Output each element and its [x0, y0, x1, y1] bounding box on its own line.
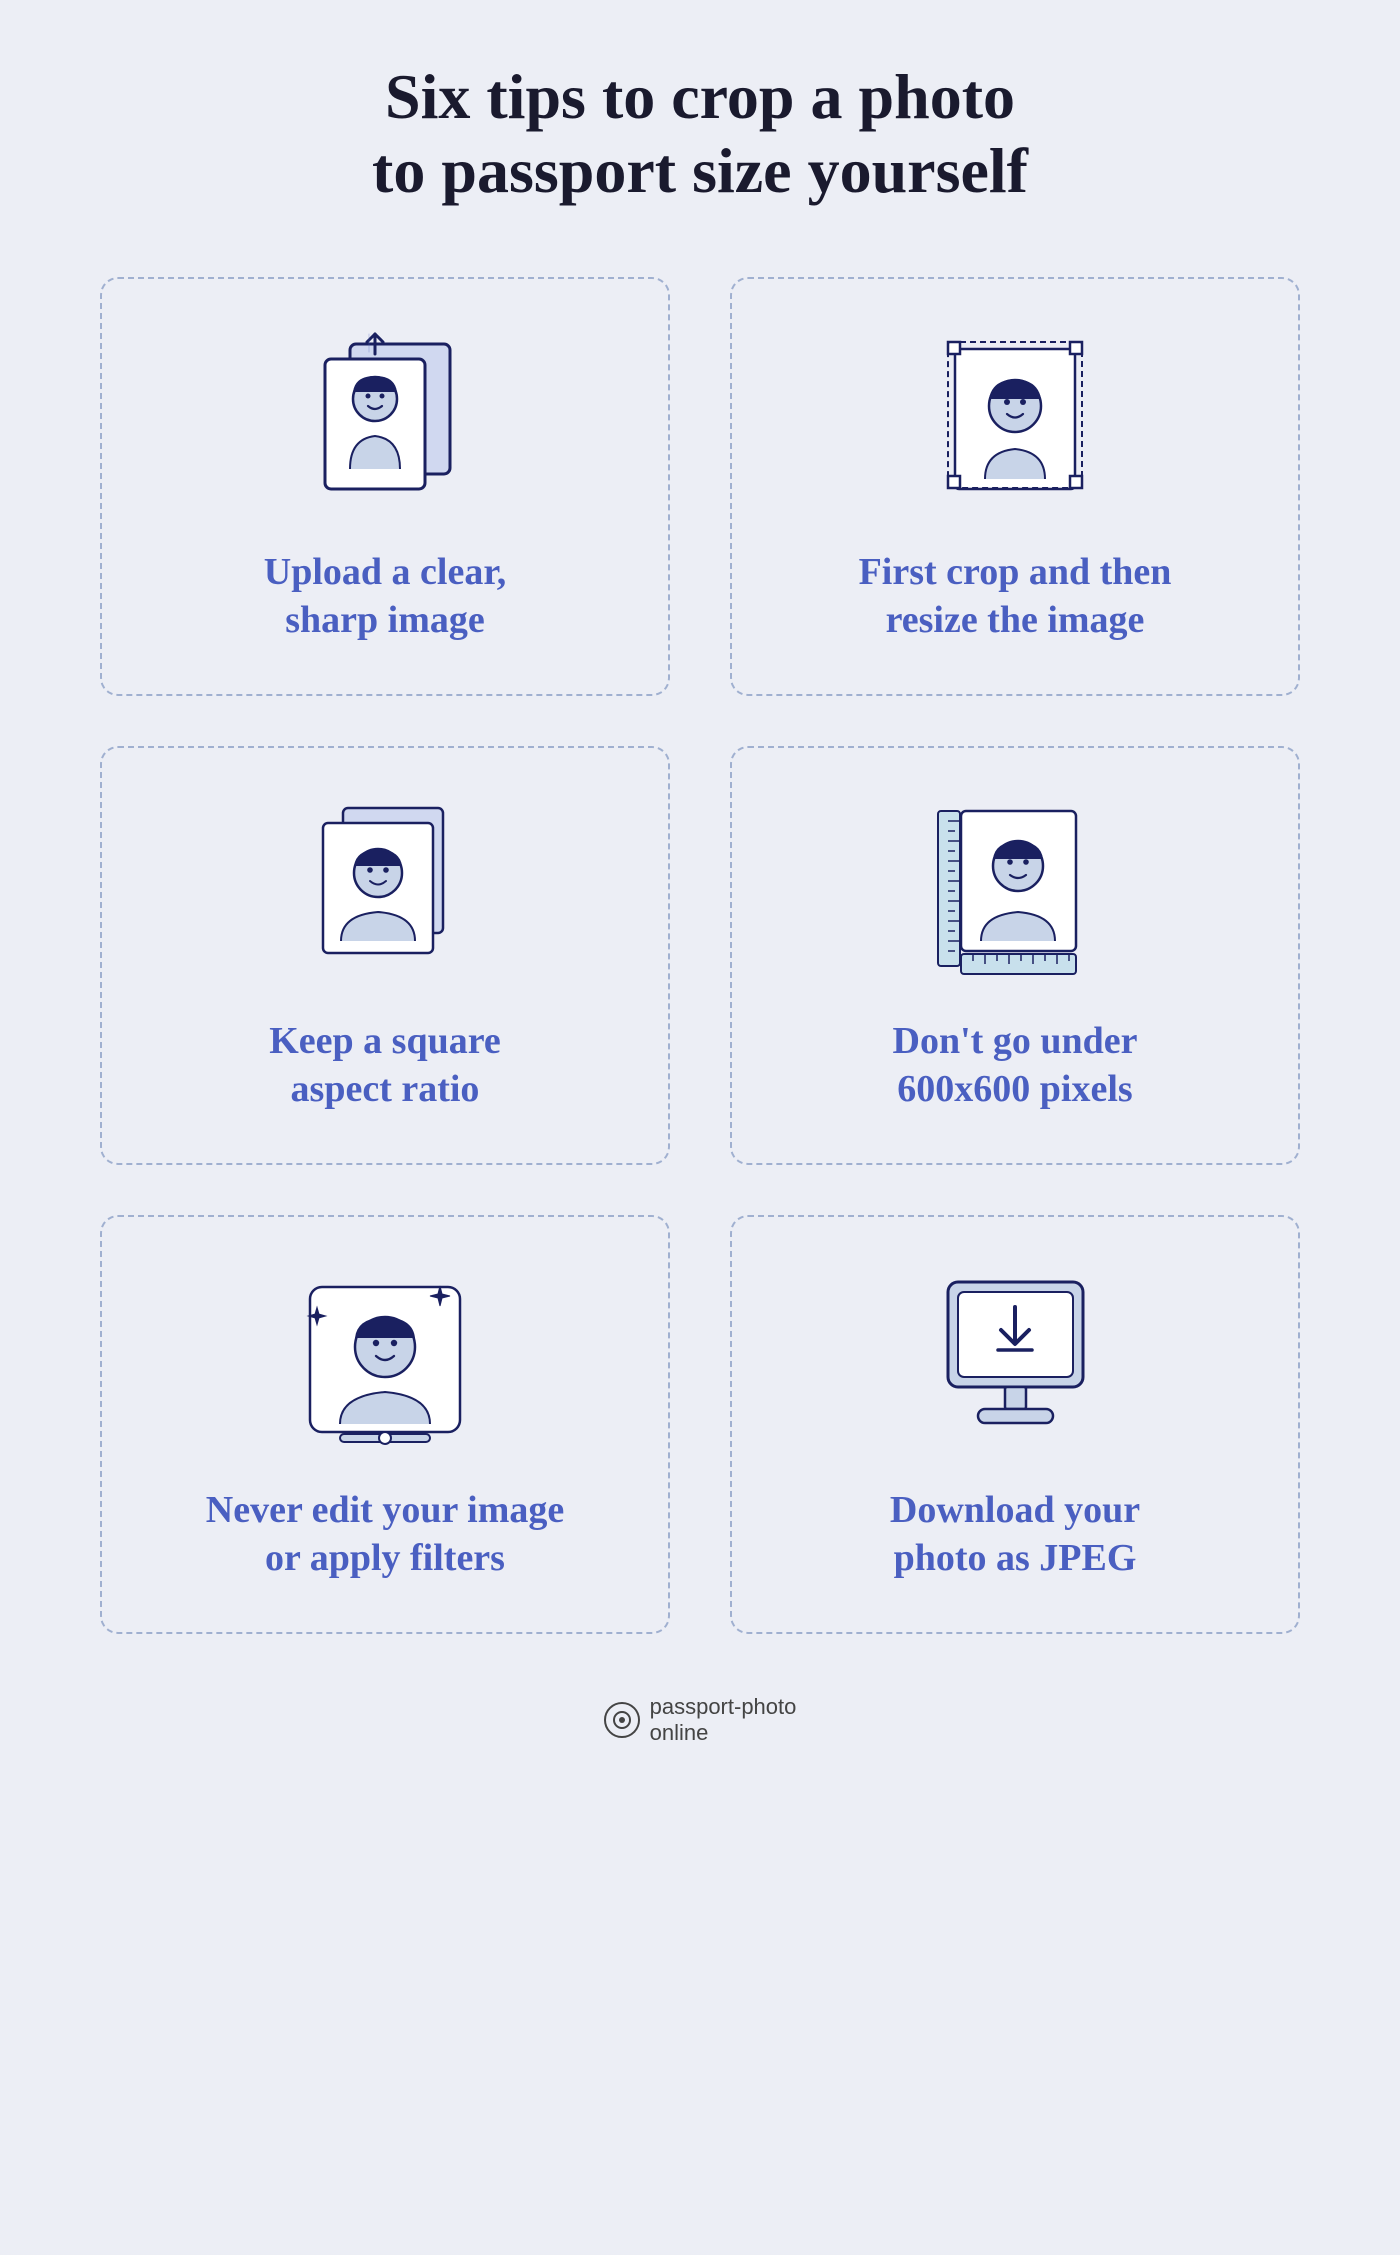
- crop-resize-label: First crop and then resize the image: [859, 549, 1172, 644]
- tips-grid: Upload a clear, sharp image: [100, 277, 1300, 1634]
- footer: passport-photo online: [604, 1694, 797, 1746]
- page-title: Six tips to crop a photo to passport siz…: [372, 60, 1028, 207]
- brand-logo-icon: [604, 1702, 640, 1738]
- card-crop-resize: First crop and then resize the image: [730, 277, 1300, 696]
- aspect-ratio-label: Keep a square aspect ratio: [269, 1018, 501, 1113]
- brand-name: passport-photo online: [650, 1694, 797, 1746]
- download-icon-area: [915, 1257, 1115, 1457]
- card-no-filters: Never edit your image or apply filters: [100, 1215, 670, 1634]
- aspect-ratio-icon-area: [285, 788, 485, 988]
- upload-icon-area: [285, 319, 485, 519]
- pixels-icon-area: [915, 788, 1115, 988]
- no-filters-label: Never edit your image or apply filters: [206, 1487, 564, 1582]
- card-upload: Upload a clear, sharp image: [100, 277, 670, 696]
- crop-resize-icon-area: [915, 319, 1115, 519]
- pixels-label: Don't go under 600x600 pixels: [893, 1018, 1138, 1113]
- no-filters-icon-area: [285, 1257, 485, 1457]
- card-pixels: Don't go under 600x600 pixels: [730, 746, 1300, 1165]
- card-download: Download your photo as JPEG: [730, 1215, 1300, 1634]
- download-label: Download your photo as JPEG: [890, 1487, 1140, 1582]
- upload-label: Upload a clear, sharp image: [264, 549, 506, 644]
- card-aspect-ratio: Keep a square aspect ratio: [100, 746, 670, 1165]
